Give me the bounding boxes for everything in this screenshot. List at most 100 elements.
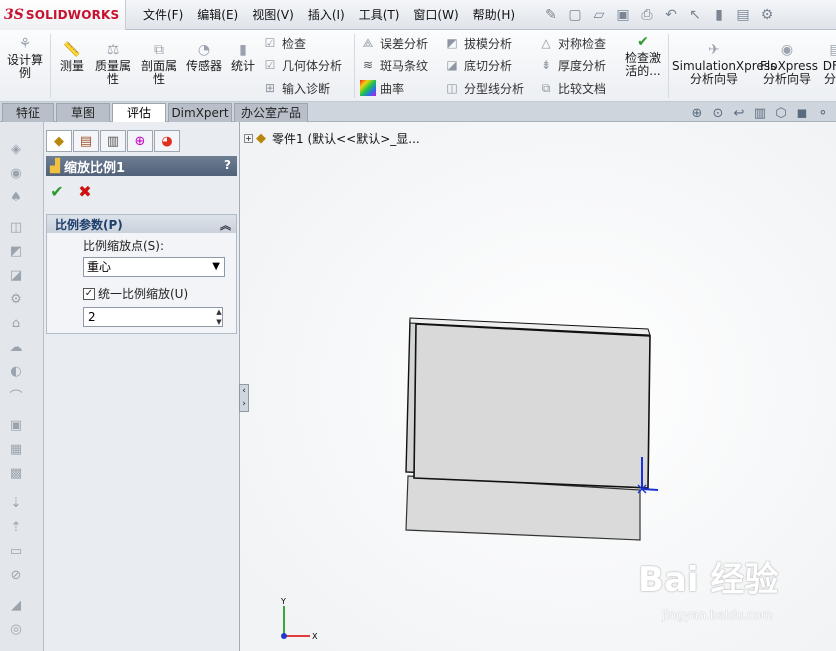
display-style-icon[interactable]: ◼: [793, 104, 811, 122]
tab-evaluate[interactable]: 评估: [112, 103, 166, 122]
scale-factor-spinner[interactable]: ▲ ▼: [213, 307, 225, 327]
instant3d-icon[interactable]: ▩: [6, 464, 26, 482]
chamfer-icon[interactable]: ◪: [6, 266, 26, 284]
revolve-boss-icon[interactable]: ◉: [6, 164, 26, 182]
section-view-icon[interactable]: ▥: [751, 104, 769, 122]
symmetry-check-button[interactable]: △ 对称检查: [538, 33, 606, 53]
uniform-scale-checkbox-row[interactable]: ✓ 统一比例缩放(U): [83, 285, 188, 302]
zebra-stripes-button[interactable]: ≋ 斑马条纹: [360, 55, 428, 75]
options-gear-icon[interactable]: ⚙: [756, 4, 778, 26]
property-manager-tab-icon[interactable]: ▤: [73, 130, 99, 152]
graphics-area[interactable]: + ◆ 零件1 (默认<<默认>_显... Y X Bai 经验 jingyan…: [240, 122, 836, 651]
expand-plus-icon[interactable]: +: [244, 134, 253, 143]
split-line-icon[interactable]: ⇡: [6, 518, 26, 536]
parting-line-analysis-button[interactable]: ◫ 分型线分析: [444, 78, 524, 98]
file-properties-icon[interactable]: ▤: [732, 4, 754, 26]
menu-view[interactable]: 视图(V): [245, 0, 301, 30]
scale-about-dropdown[interactable]: 重心 ▼: [83, 257, 225, 277]
tab-sketch[interactable]: 草图: [56, 103, 110, 122]
design-study-button[interactable]: ⚘ 设计算例: [6, 36, 44, 80]
save-icon[interactable]: ▣: [612, 4, 634, 26]
heads-up-view-toolbar: ⊕ ⊙ ↩ ▥ ⬡ ◼ ⚬: [688, 103, 836, 123]
tab-office-products[interactable]: 办公室产品: [234, 103, 308, 122]
simulationxpress-icon: ✈: [708, 42, 720, 58]
select-arrow-icon[interactable]: ↖: [684, 4, 706, 26]
mirror-icon[interactable]: ⊘: [6, 566, 26, 584]
scale-factor-input[interactable]: 2: [83, 307, 223, 327]
move-face-icon[interactable]: ⇣: [6, 494, 26, 512]
shell-icon[interactable]: ⌂: [6, 314, 26, 332]
extrude-boss-icon[interactable]: ◈: [6, 140, 26, 158]
panel-collapse-handle[interactable]: ‹ ›: [239, 384, 249, 412]
help-icon[interactable]: ?: [224, 158, 231, 172]
extrude-cut-icon[interactable]: ◫: [6, 218, 26, 236]
section-properties-button[interactable]: ⧉ 剖面属性: [138, 42, 180, 86]
open-folder-icon[interactable]: ▱: [588, 4, 610, 26]
cancel-x-icon[interactable]: ✖: [76, 182, 94, 201]
deviation-analysis-button[interactable]: ⟁ 误差分析: [360, 33, 428, 53]
zoom-to-fit-icon[interactable]: ⊕: [688, 104, 706, 122]
tab-features[interactable]: 特征: [2, 103, 54, 122]
curvature-button[interactable]: 曲率: [360, 78, 404, 98]
draft-analysis-button[interactable]: ◩ 拔模分析: [444, 33, 512, 53]
new-document-icon[interactable]: ▢: [564, 4, 586, 26]
hole-wizard-icon[interactable]: ◢: [6, 596, 26, 614]
check-button[interactable]: ☑ 检查: [262, 33, 306, 53]
measure-button[interactable]: 📏 测量: [56, 42, 88, 73]
tab-dimxpert[interactable]: DimXpert: [168, 103, 232, 122]
floxpress-button[interactable]: ◉ FloXpress 分析向导: [760, 42, 818, 86]
fillet-icon[interactable]: ◩: [6, 242, 26, 260]
menu-file[interactable]: 文件(F): [136, 0, 190, 30]
view-orientation-icon[interactable]: ⬡: [772, 104, 790, 122]
solidworks-logo[interactable]: 3S SOLIDWORKS: [0, 0, 126, 30]
dome-icon[interactable]: ◐: [6, 362, 26, 380]
curves-icon[interactable]: ▦: [6, 440, 26, 458]
uniform-scale-checkbox[interactable]: ✓: [83, 287, 95, 300]
thickness-analysis-button[interactable]: ⇟ 厚度分析: [538, 55, 606, 75]
ok-checkmark-icon[interactable]: ✔: [48, 182, 66, 201]
undercut-analysis-button[interactable]: ◪ 底切分析: [444, 55, 512, 75]
undo-icon[interactable]: ↶: [660, 4, 682, 26]
menu-help[interactable]: 帮助(H): [466, 0, 522, 30]
wrap-icon[interactable]: ⌒: [6, 386, 26, 405]
feature-title: 缩放比例1: [64, 160, 126, 176]
geometry-analysis-button[interactable]: ☑ 几何体分析: [262, 55, 342, 75]
configuration-manager-tab-icon[interactable]: ▥: [100, 130, 126, 152]
scale-icon[interactable]: ◎: [6, 620, 26, 638]
dimxpert-manager-tab-icon[interactable]: ⊕: [127, 130, 153, 152]
menu-tools[interactable]: 工具(T): [352, 0, 407, 30]
rebuild-icon[interactable]: ▮: [708, 4, 730, 26]
part-name: 零件1 (默认<<默认>_显...: [272, 132, 420, 146]
menu-insert[interactable]: 插入(I): [301, 0, 352, 30]
collapse-chevron-icon[interactable]: ︽: [220, 217, 231, 233]
feature-manager-tab-icon[interactable]: ◆: [46, 130, 72, 152]
mass-properties-button[interactable]: ⚖ 质量属性: [90, 42, 136, 86]
simulationxpress-button[interactable]: ✈ SimulationXpress 分析向导: [672, 42, 776, 86]
undercut-analysis-icon: ◪: [446, 58, 458, 72]
check-active-document-button[interactable]: ✔ 检查激活的...: [620, 34, 666, 78]
model-top-body[interactable]: [413, 323, 651, 489]
previous-view-icon[interactable]: ↩: [730, 104, 748, 122]
hide-show-items-icon[interactable]: ⚬: [814, 104, 832, 122]
print-icon[interactable]: ⎙: [636, 4, 658, 26]
menu-window[interactable]: 窗口(W): [406, 0, 465, 30]
dfm-label: DFM 分析: [822, 59, 836, 86]
sweep-icon[interactable]: ♠: [6, 188, 26, 206]
menu-edit[interactable]: 编辑(E): [190, 0, 245, 30]
parting-line-label: 分型线分析: [464, 81, 525, 96]
statistics-button[interactable]: ▮ 统计: [228, 42, 258, 73]
group-header[interactable]: 比例参数(P) ︽: [47, 215, 236, 233]
rib-icon[interactable]: ⚙: [6, 290, 26, 308]
import-diagnostics-button[interactable]: ⊞ 输入诊断: [262, 78, 330, 98]
dfmxpress-button[interactable]: ▤ DFM 分析: [816, 42, 836, 86]
zoom-to-area-icon[interactable]: ⊙: [709, 104, 727, 122]
compare-documents-button[interactable]: ⧉ 比较文档: [538, 78, 606, 98]
pin-icon[interactable]: ✎: [540, 4, 562, 26]
zebra-stripes-icon: ≋: [362, 58, 374, 72]
display-manager-tab-icon[interactable]: ◕: [154, 130, 180, 152]
reference-geometry-icon[interactable]: ▣: [6, 416, 26, 434]
feature-tree-root[interactable]: + ◆ 零件1 (默认<<默认>_显...: [244, 130, 420, 147]
linear-pattern-icon[interactable]: ▭: [6, 542, 26, 560]
draft-icon[interactable]: ☁: [6, 338, 26, 356]
sensor-button[interactable]: ◔ 传感器: [184, 42, 224, 73]
